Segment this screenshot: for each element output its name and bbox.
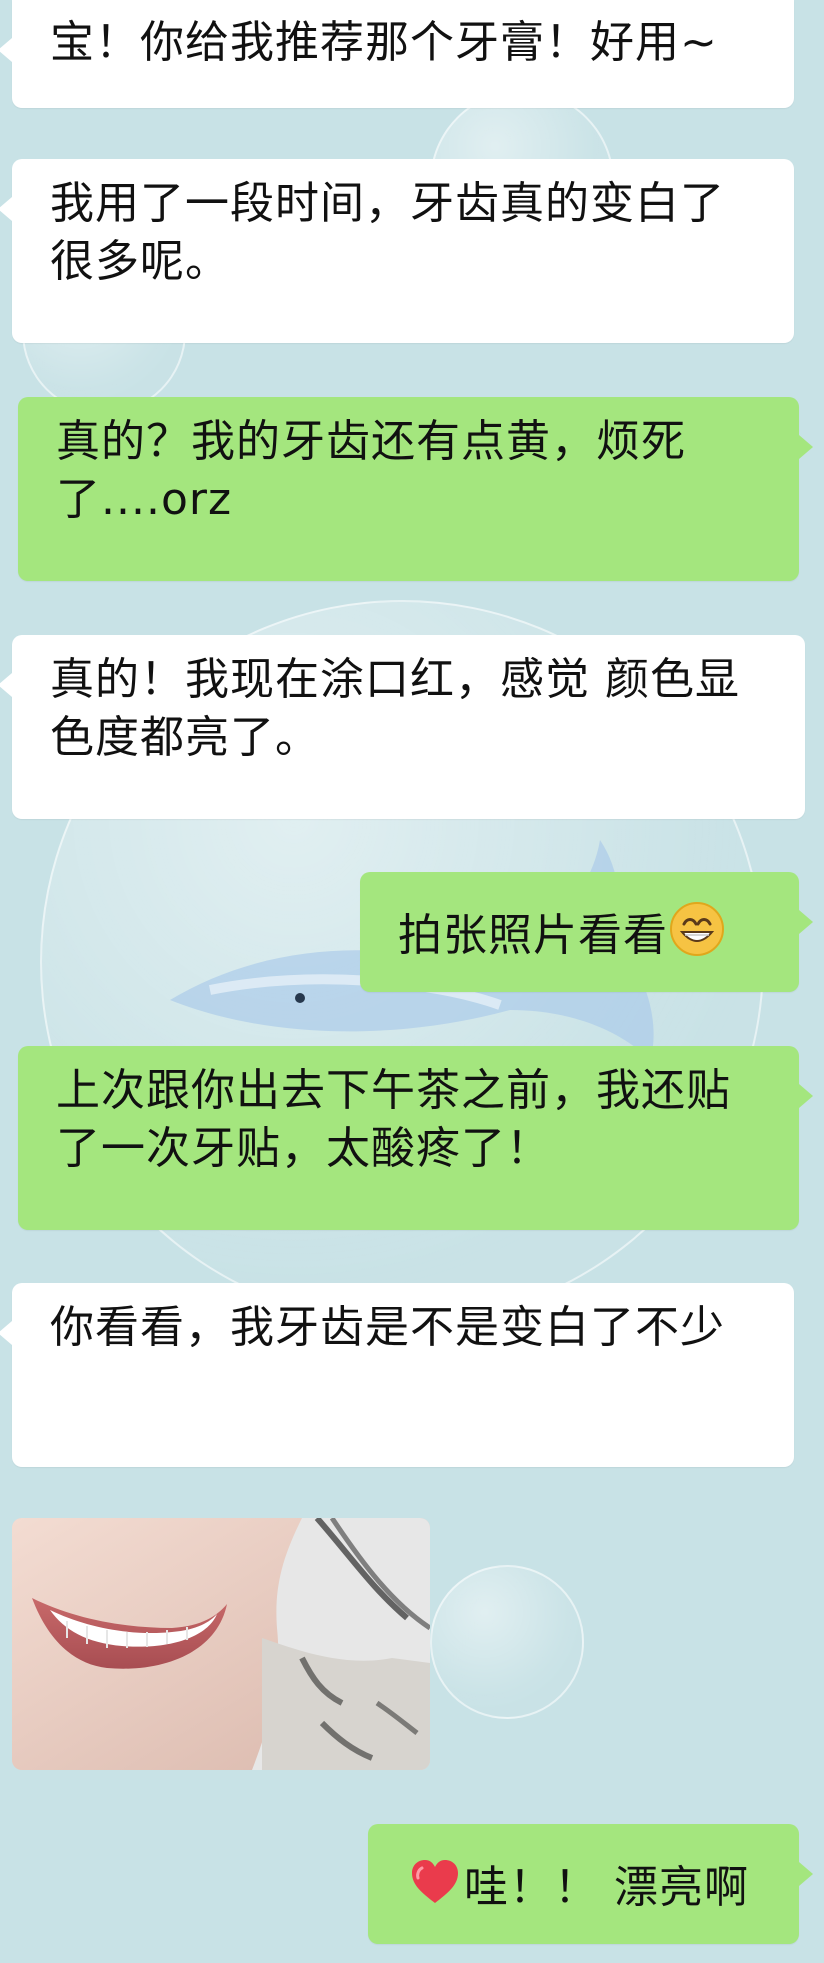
message-text: 真的！我现在涂口红，感觉 颜色显色度都亮了。 — [50, 654, 740, 763]
received-message-bubble[interactable]: 我用了一段时间，牙齿真的变白了很多呢。 — [0, 159, 794, 343]
message-text: 拍张照片看看 — [398, 910, 668, 961]
smiling-mouth-photo — [12, 1518, 430, 1770]
message-text: 上次跟你出去下午茶之前，我还贴了一次牙贴，太酸疼了！ — [56, 1065, 731, 1174]
sent-message-bubble[interactable]: 拍张照片看看 — [360, 872, 813, 992]
sent-message-bubble[interactable]: 上次跟你出去下午茶之前，我还贴了一次牙贴，太酸疼了！ — [18, 1046, 813, 1230]
red-heart-icon — [406, 1852, 464, 1910]
received-message-bubble[interactable]: 宝！你给我推荐那个牙膏！好用~ — [0, 0, 794, 108]
message-text: 宝！你给我推荐那个牙膏！好用~ — [50, 17, 718, 68]
message-text: 我用了一段时间，牙齿真的变白了很多呢。 — [50, 178, 725, 287]
sent-message-bubble[interactable]: 哇！！ 漂亮啊 — [368, 1824, 813, 1944]
message-text: 真的？我的牙齿还有点黄，烦死了....orz — [56, 416, 686, 525]
received-message-bubble[interactable]: 真的！我现在涂口红，感觉 颜色显色度都亮了。 — [0, 635, 805, 819]
chat-background: 宝！你给我推荐那个牙膏！好用~ 我用了一段时间，牙齿真的变白了很多呢。 真的？我… — [0, 0, 824, 1963]
shared-photo[interactable] — [12, 1518, 430, 1770]
message-text: 你看看，我牙齿是不是变白了不少 — [50, 1302, 725, 1353]
background-bubble-decoration — [430, 1565, 584, 1719]
grinning-face-icon — [668, 900, 726, 958]
sent-message-bubble[interactable]: 真的？我的牙齿还有点黄，烦死了....orz — [18, 397, 813, 581]
received-message-bubble[interactable]: 你看看，我牙齿是不是变白了不少 — [0, 1283, 794, 1467]
message-text: 哇！！ 漂亮啊 — [464, 1862, 749, 1913]
